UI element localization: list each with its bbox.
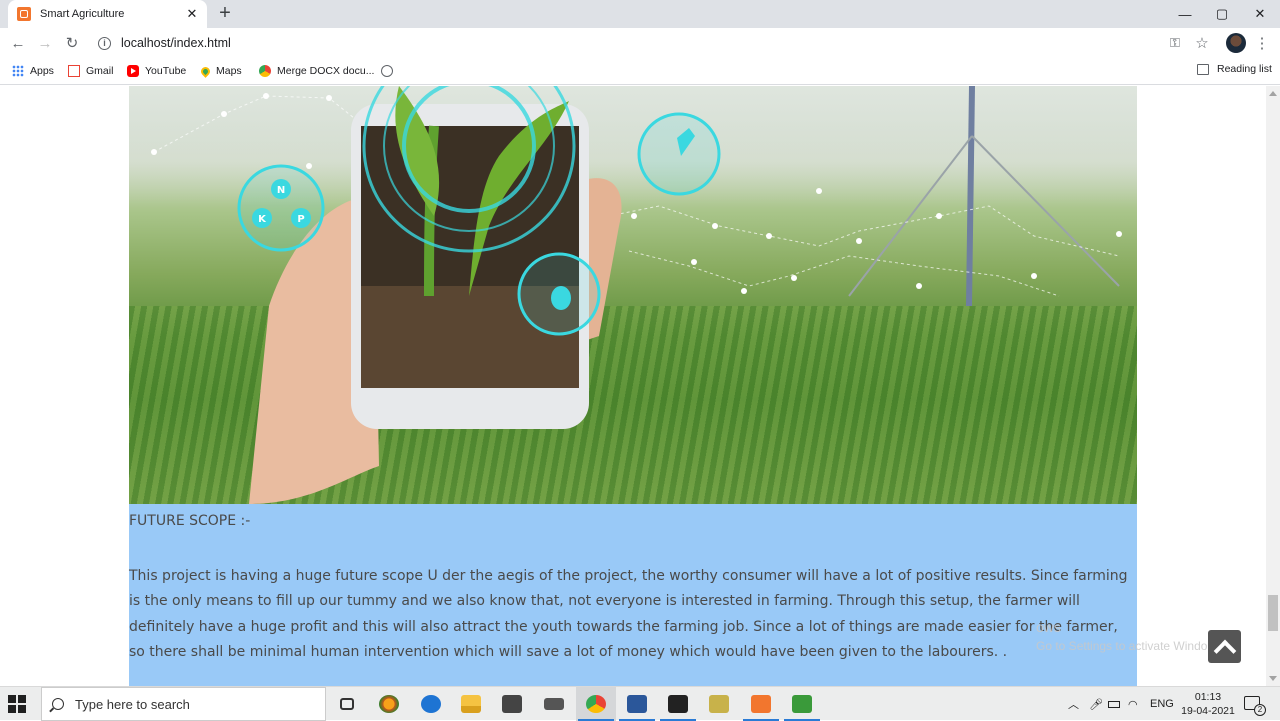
tray-chevron-icon[interactable]: ︿ bbox=[1068, 687, 1079, 721]
scroll-to-top-button[interactable] bbox=[1208, 630, 1241, 663]
reading-list-button[interactable]: Reading list bbox=[1197, 63, 1272, 75]
future-scope-section: FUTURE SCOPE :- This project is having a… bbox=[129, 504, 1137, 686]
mail-icon[interactable] bbox=[534, 687, 574, 721]
taskbar-search-box[interactable]: Type here to search bbox=[41, 687, 326, 721]
reading-list-icon bbox=[1197, 63, 1209, 75]
globe-icon bbox=[381, 65, 393, 77]
chrome-icon[interactable] bbox=[576, 687, 616, 721]
youtube-icon bbox=[127, 65, 139, 77]
pycharm-icon[interactable] bbox=[658, 687, 698, 721]
badge-k: K bbox=[258, 214, 267, 225]
forward-icon[interactable]: → bbox=[34, 32, 56, 54]
maps-pin-icon bbox=[199, 64, 212, 78]
page-viewport: N K P FUTURE SCOPE :- This project is ha… bbox=[0, 86, 1266, 686]
clock[interactable]: 01:13 19-04-2021 bbox=[1177, 690, 1239, 718]
apps-grid-icon bbox=[12, 65, 24, 77]
scroll-down-arrow-icon[interactable] bbox=[1269, 676, 1277, 681]
tab-title: Smart Agriculture bbox=[40, 8, 125, 20]
browser-toolbar: ← → ↻ i localhost/index.html ⚿ ☆ ⋮ bbox=[0, 28, 1280, 58]
activation-watermark-subtitle: Go to Settings to activate Windo bbox=[1036, 639, 1208, 653]
app-green-icon[interactable] bbox=[782, 687, 822, 721]
bookmark-label: YouTube bbox=[145, 65, 187, 77]
profile-avatar[interactable] bbox=[1226, 33, 1246, 53]
search-icon bbox=[52, 698, 64, 710]
new-tab-icon[interactable]: + bbox=[215, 3, 235, 23]
url-text: localhost/index.html bbox=[121, 36, 231, 50]
bookmark-gmail[interactable]: Gmail bbox=[68, 63, 113, 79]
tab-strip: Smart Agriculture ✕ + — ▢ ✕ bbox=[0, 0, 1280, 28]
back-icon[interactable]: ← bbox=[7, 32, 29, 54]
bookmark-star-icon[interactable]: ☆ bbox=[1191, 32, 1213, 54]
wifi-icon[interactable]: ◠ bbox=[1128, 687, 1138, 721]
store-icon[interactable] bbox=[492, 687, 532, 721]
close-window-icon[interactable]: ✕ bbox=[1241, 0, 1279, 28]
bookmark-apps[interactable]: Apps bbox=[12, 63, 54, 79]
activation-watermark-title: ows bbox=[1036, 619, 1061, 635]
bookmark-maps[interactable]: Maps bbox=[199, 63, 242, 79]
reload-icon[interactable]: ↻ bbox=[61, 32, 83, 54]
microphone-icon[interactable]: 🎤︎ bbox=[1089, 687, 1103, 721]
bookmark-merge-docx[interactable]: Merge DOCX docu... bbox=[259, 63, 374, 79]
gmail-icon bbox=[68, 65, 80, 77]
address-bar[interactable]: i localhost/index.html bbox=[92, 29, 1223, 57]
bookmark-globe[interactable] bbox=[381, 63, 399, 79]
language-indicator[interactable]: ENG bbox=[1150, 687, 1174, 721]
reading-list-label: Reading list bbox=[1217, 63, 1272, 75]
key-icon[interactable]: ⚿ bbox=[1164, 32, 1186, 54]
section-paragraph: This project is having a huge future sco… bbox=[129, 568, 1128, 661]
bookmarks-bar: Apps Gmail YouTube Maps Merge DOCX docu.… bbox=[0, 58, 1280, 85]
hero-image: N K P bbox=[129, 86, 1137, 504]
badge-p: P bbox=[297, 214, 304, 225]
xampp-icon[interactable] bbox=[741, 687, 781, 721]
bookmark-label: Merge DOCX docu... bbox=[277, 65, 375, 77]
vertical-scrollbar[interactable] bbox=[1266, 86, 1280, 686]
windows-start-icon[interactable] bbox=[8, 695, 28, 713]
sprinkler-pole bbox=[966, 86, 975, 307]
bookmark-label: Maps bbox=[216, 65, 242, 77]
notification-count-badge: 2 bbox=[1254, 704, 1266, 716]
minimize-icon[interactable]: — bbox=[1166, 0, 1204, 28]
task-view-icon[interactable] bbox=[327, 687, 367, 721]
windows-taskbar: Type here to search ︿ 🎤︎ ◠ ENG 01:13 19-… bbox=[0, 686, 1280, 721]
file-explorer-icon[interactable] bbox=[451, 687, 491, 721]
xampp-favicon-icon bbox=[17, 7, 31, 21]
maximize-icon[interactable]: ▢ bbox=[1203, 0, 1241, 28]
bug-icon bbox=[551, 286, 571, 310]
close-tab-icon[interactable]: ✕ bbox=[185, 7, 199, 21]
app-orange-icon[interactable] bbox=[369, 687, 409, 721]
section-title: FUTURE SCOPE :- bbox=[129, 513, 251, 529]
sprinkler-arm bbox=[971, 135, 1120, 287]
word-icon[interactable] bbox=[617, 687, 657, 721]
bookmark-youtube[interactable]: YouTube bbox=[127, 63, 186, 79]
edge-icon[interactable] bbox=[411, 687, 451, 721]
sprinkler-arm bbox=[848, 135, 973, 297]
site-info-icon[interactable]: i bbox=[98, 36, 111, 50]
menu-kebab-icon[interactable]: ⋮ bbox=[1251, 32, 1273, 54]
search-placeholder: Type here to search bbox=[75, 696, 190, 712]
battery-icon[interactable] bbox=[1108, 687, 1120, 721]
scroll-up-arrow-icon[interactable] bbox=[1269, 91, 1277, 96]
badge-n: N bbox=[277, 185, 285, 196]
tab-smart-agriculture[interactable]: Smart Agriculture ✕ bbox=[8, 0, 207, 28]
bookmark-label: Gmail bbox=[86, 65, 114, 77]
merge-icon bbox=[259, 65, 271, 77]
scrollbar-thumb[interactable] bbox=[1268, 595, 1278, 631]
clock-time: 01:13 bbox=[1194, 691, 1222, 703]
hero-illustration: N K P bbox=[151, 86, 1122, 504]
clock-date: 19-04-2021 bbox=[1181, 705, 1235, 717]
bookmark-label: Apps bbox=[30, 65, 54, 77]
folder-app-icon[interactable] bbox=[699, 687, 739, 721]
